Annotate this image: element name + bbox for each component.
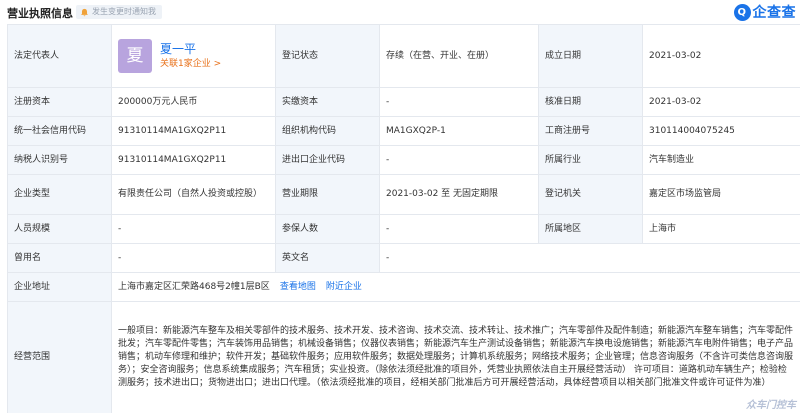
founded-value: 2021-03-02: [642, 24, 800, 88]
credit-code-label: 统一社会信用代码: [7, 116, 112, 146]
table-row: 曾用名 - 英文名 -: [7, 243, 800, 273]
insured-label: 参保人数: [275, 214, 380, 244]
address-cell: 上海市嘉定区汇荣路468号2幢1层B区 查看地图 附近企业: [111, 272, 800, 302]
logo-text: 企查查: [752, 5, 796, 21]
industry-value: 汽车制造业: [642, 145, 800, 175]
section-title: 营业执照信息: [7, 7, 73, 20]
region-value: 上海市: [642, 214, 800, 244]
biz-reg-value: 310114004075245: [642, 116, 800, 146]
org-code-value: MA1GXQ2P-1: [379, 116, 539, 146]
reg-status-value: 存续（在营、开业、在册）: [379, 24, 539, 88]
logo-mark-icon: Q: [733, 3, 751, 21]
term-label: 营业期限: [275, 174, 380, 215]
table-row: 经营范围 一般项目：新能源汽车整车及相关零部件的技术服务、技术开发、技术咨询、技…: [7, 301, 800, 413]
type-label: 企业类型: [7, 174, 112, 215]
table-row: 纳税人识别号 91310114MA1GXQ2P11 进出口企业代码 - 所属行业…: [7, 145, 800, 175]
table-row: 人员规模 - 参保人数 - 所属地区 上海市: [7, 214, 800, 244]
approval-value: 2021-03-02: [642, 87, 800, 117]
reg-capital-value: 200000万元人民币: [111, 87, 276, 117]
watermark: 众车门控车: [746, 400, 796, 411]
org-code-label: 组织机构代码: [275, 116, 380, 146]
staff-value: -: [111, 214, 276, 244]
approval-label: 核准日期: [538, 87, 643, 117]
notify-change-button[interactable]: 发生变更时通知我: [76, 5, 162, 19]
taxpayer-label: 纳税人识别号: [7, 145, 112, 175]
founded-label: 成立日期: [538, 24, 643, 88]
taxpayer-value: 91310114MA1GXQ2P11: [111, 145, 276, 175]
impexp-label: 进出口企业代码: [275, 145, 380, 175]
bell-icon: [81, 8, 88, 16]
avatar: 夏: [118, 39, 152, 73]
scope-value: 一般项目：新能源汽车整车及相关零部件的技术服务、技术开发、技术咨询、技术交流、技…: [111, 301, 800, 413]
paid-capital-value: -: [379, 87, 539, 117]
address-label: 企业地址: [7, 272, 112, 302]
address-value: 上海市嘉定区汇荣路468号2幢1层B区: [118, 281, 270, 292]
rep-label: 法定代表人: [7, 24, 112, 88]
notify-label: 发生变更时通知我: [92, 7, 156, 16]
table-row: 企业类型 有限责任公司（自然人投资或控股） 营业期限 2021-03-02 至 …: [7, 174, 800, 215]
view-map-link[interactable]: 查看地图: [280, 282, 316, 292]
reg-status-label: 登记状态: [275, 24, 380, 88]
table-row: 统一社会信用代码 91310114MA1GXQ2P11 组织机构代码 MA1GX…: [7, 116, 800, 146]
industry-label: 所属行业: [538, 145, 643, 175]
region-label: 所属地区: [538, 214, 643, 244]
nearby-companies-link[interactable]: 附近企业: [326, 282, 362, 292]
qichacha-logo: Q 企查查: [733, 2, 797, 22]
impexp-value: -: [379, 145, 539, 175]
business-license-table: 法定代表人 夏 夏一平 关联1家企业 > 登记状态 存续（在营、开业、在册） 成…: [7, 24, 800, 413]
table-row: 注册资本 200000万元人民币 实缴资本 - 核准日期 2021-03-02: [7, 87, 800, 117]
type-value: 有限责任公司（自然人投资或控股）: [111, 174, 276, 215]
english-name-value: -: [379, 243, 800, 273]
table-row: 企业地址 上海市嘉定区汇荣路468号2幢1层B区 查看地图 附近企业: [7, 272, 800, 302]
paid-capital-label: 实缴资本: [275, 87, 380, 117]
staff-label: 人员规模: [7, 214, 112, 244]
reg-capital-label: 注册资本: [7, 87, 112, 117]
scope-label: 经营范围: [7, 301, 112, 413]
english-name-label: 英文名: [275, 243, 380, 273]
authority-value: 嘉定区市场监管局: [642, 174, 800, 215]
related-companies-link[interactable]: 关联1家企业 >: [160, 57, 221, 71]
former-name-label: 曾用名: [7, 243, 112, 273]
authority-label: 登记机关: [538, 174, 643, 215]
insured-value: -: [379, 214, 539, 244]
term-value: 2021-03-02 至 无固定期限: [379, 174, 539, 215]
biz-reg-label: 工商注册号: [538, 116, 643, 146]
table-row: 法定代表人 夏 夏一平 关联1家企业 > 登记状态 存续（在营、开业、在册） 成…: [7, 24, 800, 88]
rep-name-link[interactable]: 夏一平: [160, 41, 221, 57]
section-header: 营业执照信息 发生变更时通知我 Q 企查查: [0, 0, 800, 24]
rep-cell: 夏 夏一平 关联1家企业 >: [111, 24, 276, 88]
credit-code-value: 91310114MA1GXQ2P11: [111, 116, 276, 146]
former-name-value: -: [111, 243, 276, 273]
